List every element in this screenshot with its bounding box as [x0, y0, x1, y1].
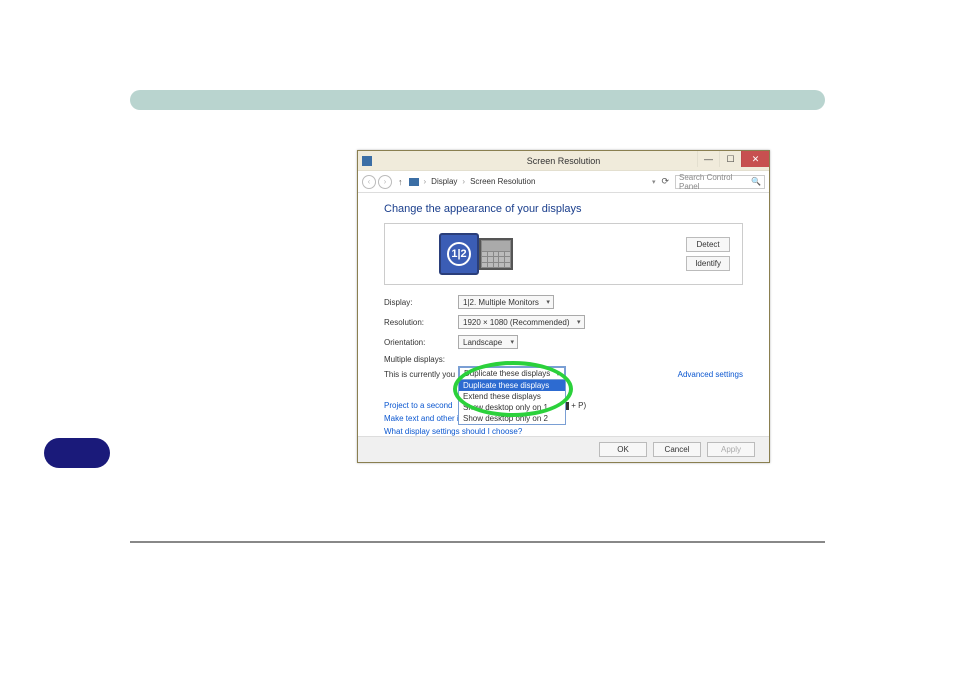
dropdown-option[interactable]: Extend these displays: [459, 391, 565, 402]
decorative-bar: [130, 90, 825, 110]
advanced-settings-link[interactable]: Advanced settings: [678, 370, 743, 379]
monitor-number: 1|2: [447, 242, 471, 266]
display-label: Display:: [384, 298, 450, 307]
search-icon: 🔍: [751, 177, 761, 186]
dropdown-option[interactable]: Duplicate these displays: [459, 380, 565, 391]
multiple-displays-row: Multiple displays:: [384, 355, 743, 364]
dropdown-option[interactable]: Show desktop only on 1: [459, 402, 565, 413]
display-preview: 1|2 Detect Identify: [384, 223, 743, 285]
page-title: Change the appearance of your displays: [384, 203, 743, 215]
decorative-line: [130, 541, 825, 543]
detect-button[interactable]: Detect: [686, 237, 730, 252]
refresh-button[interactable]: ⟳: [661, 176, 669, 187]
identify-button[interactable]: Identify: [686, 256, 730, 271]
orientation-select[interactable]: Landscape: [458, 335, 518, 349]
display-row: Display: 1|2. Multiple Monitors: [384, 295, 743, 309]
breadcrumb[interactable]: Display: [431, 177, 457, 186]
close-button[interactable]: ✕: [741, 151, 769, 167]
orientation-label: Orientation:: [384, 338, 450, 347]
dialog-footer: OK Cancel Apply: [358, 436, 769, 462]
chevron-down-icon: ▾: [556, 369, 560, 378]
monitor-2[interactable]: [479, 238, 513, 270]
search-placeholder: Search Control Panel: [679, 173, 751, 191]
maximize-button[interactable]: ☐: [719, 151, 741, 167]
multiple-displays-label: Multiple displays:: [384, 355, 450, 364]
ok-button[interactable]: OK: [599, 442, 647, 457]
back-button[interactable]: ‹: [362, 175, 376, 189]
resolution-select[interactable]: 1920 × 1080 (Recommended): [458, 315, 585, 329]
preview-buttons: Detect Identify: [686, 237, 730, 271]
apply-button[interactable]: Apply: [707, 442, 755, 457]
multiple-displays-dropdown[interactable]: Duplicate these displays▾ Duplicate thes…: [458, 366, 566, 425]
resolution-row: Resolution: 1920 × 1080 (Recommended): [384, 315, 743, 329]
chevron-down-icon[interactable]: ▾: [652, 178, 656, 186]
monitors-graphic[interactable]: 1|2: [439, 233, 513, 275]
chevron-right-icon: ›: [462, 177, 465, 186]
forward-button[interactable]: ›: [378, 175, 392, 189]
window-buttons: — ☐ ✕: [697, 151, 769, 167]
project-link[interactable]: Project to a second: [384, 401, 452, 410]
decorative-pill: [44, 438, 110, 468]
window-title: Screen Resolution: [527, 156, 601, 166]
content-area: Change the appearance of your displays 1…: [358, 193, 769, 462]
dropdown-option[interactable]: Show desktop only on 2: [459, 413, 565, 424]
resolution-label: Resolution:: [384, 318, 450, 327]
monitor-icon: [409, 178, 419, 186]
orientation-row: Orientation: Landscape: [384, 335, 743, 349]
address-bar: ‹ › ↑ › Display › Screen Resolution ▾ ⟳ …: [358, 171, 769, 193]
breadcrumb[interactable]: Screen Resolution: [470, 177, 535, 186]
window-icon: [362, 156, 372, 166]
monitor-1[interactable]: 1|2: [439, 233, 479, 275]
cancel-button[interactable]: Cancel: [653, 442, 701, 457]
titlebar: Screen Resolution — ☐ ✕: [358, 151, 769, 171]
screen-resolution-window: Screen Resolution — ☐ ✕ ‹ › ↑ › Display …: [357, 150, 770, 463]
dropdown-current[interactable]: Duplicate these displays▾: [459, 367, 565, 380]
search-input[interactable]: Search Control Panel 🔍: [675, 175, 765, 189]
chevron-right-icon: ›: [424, 177, 427, 186]
what-settings-link[interactable]: What display settings should I choose?: [384, 427, 522, 436]
display-select[interactable]: 1|2. Multiple Monitors: [458, 295, 554, 309]
up-button[interactable]: ↑: [398, 177, 403, 187]
minimize-button[interactable]: —: [697, 151, 719, 167]
